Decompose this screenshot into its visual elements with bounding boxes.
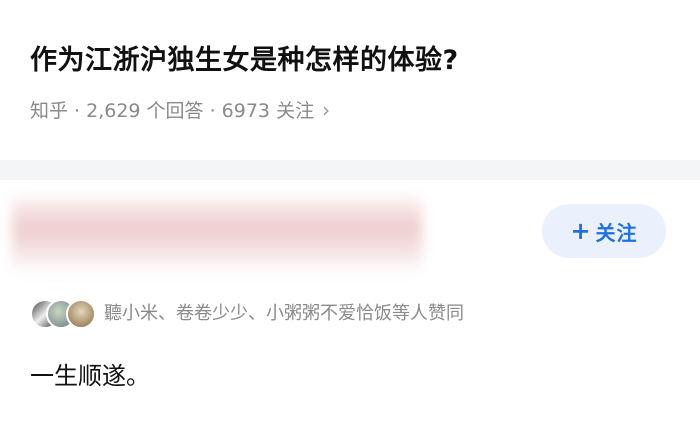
plus-icon: + <box>570 217 592 245</box>
upvoters-row[interactable]: 聽小米、卷卷少少、小粥粥不爱恰饭等人赞同 <box>30 296 464 329</box>
blurred-author-info <box>12 192 422 274</box>
follow-label: 关注 <box>595 220 638 245</box>
answer-content[interactable]: 一生顺遂。 <box>30 356 150 391</box>
question-meta-text: 知乎 · 2,629 个回答 · 6973 关注 <box>30 100 315 122</box>
follow-button[interactable]: + 关注 <box>542 204 666 258</box>
section-divider <box>0 160 700 180</box>
avatar <box>66 299 96 329</box>
chevron-right-icon: › <box>322 97 331 122</box>
upvoter-avatars <box>30 297 98 329</box>
question-meta[interactable]: 知乎 · 2,629 个回答 · 6973 关注 › <box>30 96 330 123</box>
upvoters-text: 聽小米、卷卷少少、小粥粥不爱恰饭等人赞同 <box>104 303 464 324</box>
question-title[interactable]: 作为江浙沪独生女是种怎样的体验? <box>30 38 459 77</box>
